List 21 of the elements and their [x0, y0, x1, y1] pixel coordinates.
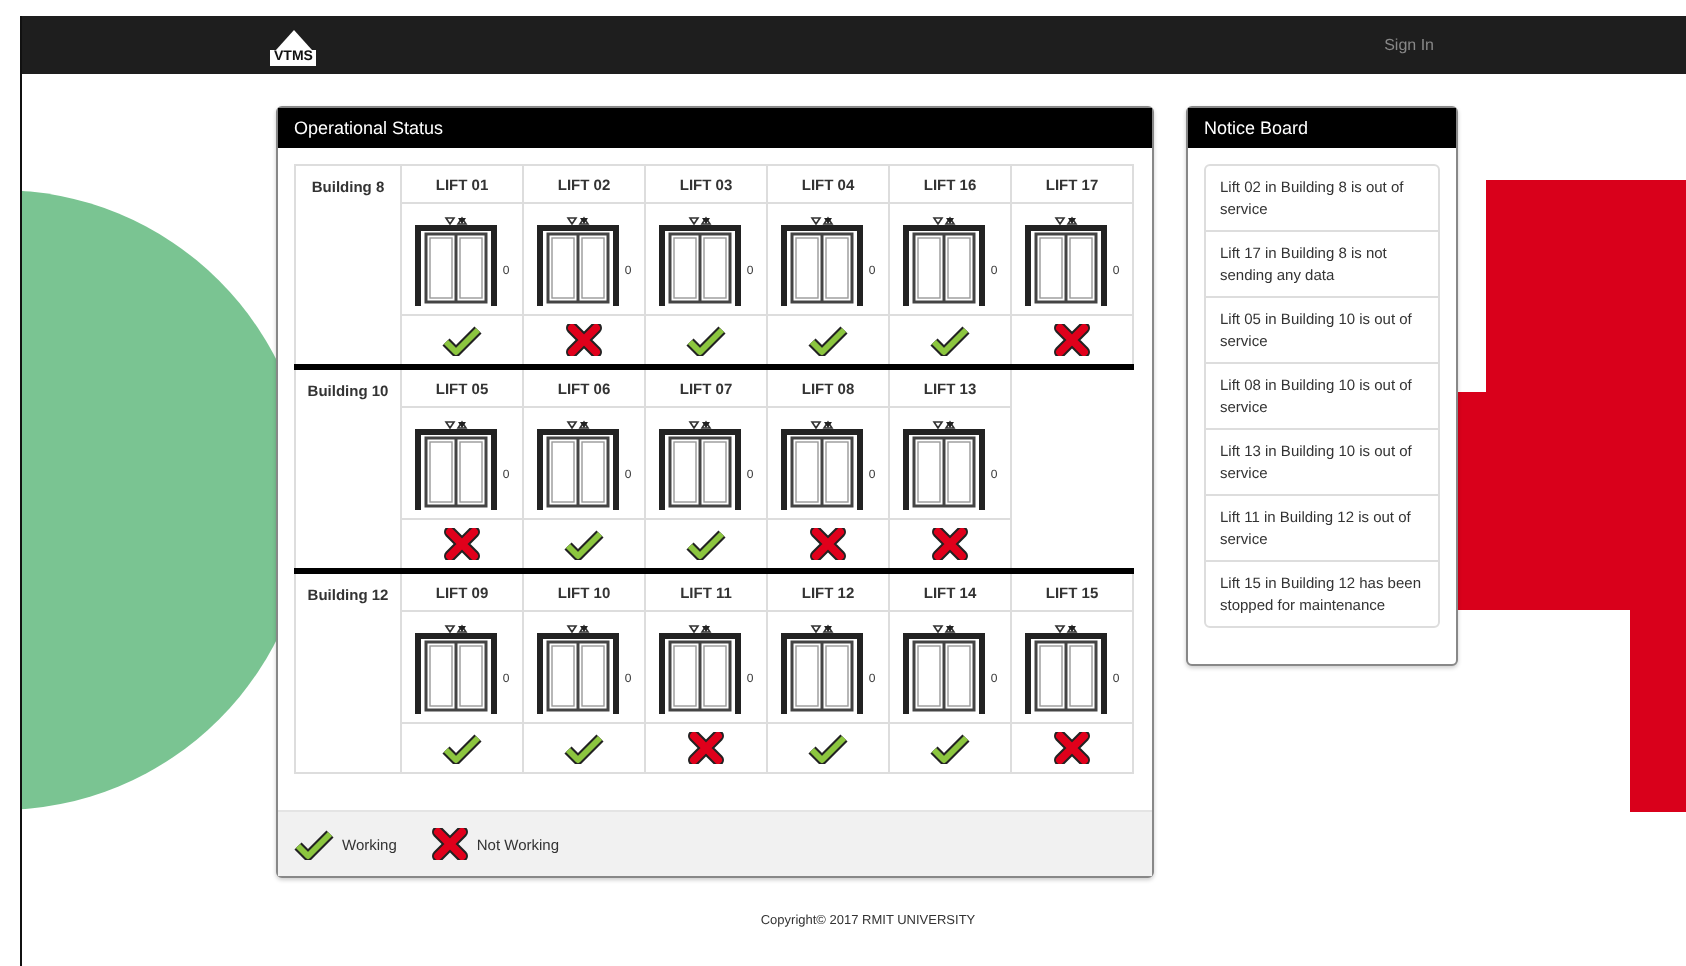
panel-title: Notice Board [1188, 108, 1456, 148]
elevator-icon [780, 213, 865, 305]
elevator-icon [902, 213, 987, 305]
elevator-icon [902, 621, 987, 713]
elevator-icon [780, 417, 865, 509]
elevator-icon [780, 621, 865, 713]
panel-title: Operational Status [278, 108, 1152, 148]
elevator-icon [414, 417, 499, 509]
elevator-icon [536, 417, 621, 509]
elevator-icon [536, 213, 621, 305]
triangle-icon [275, 29, 312, 49]
elevator-icon [902, 417, 987, 509]
elevator-icon [536, 621, 621, 713]
elevator-icon [658, 417, 743, 509]
elevator-icon [414, 213, 499, 305]
elevator-icon [658, 621, 743, 713]
elevator-icon [1024, 621, 1109, 713]
elevator-icon [1024, 213, 1109, 305]
elevator-icon [658, 213, 743, 305]
sign-in-link[interactable]: Sign In [1384, 36, 1434, 54]
elevator-icon [414, 621, 499, 713]
